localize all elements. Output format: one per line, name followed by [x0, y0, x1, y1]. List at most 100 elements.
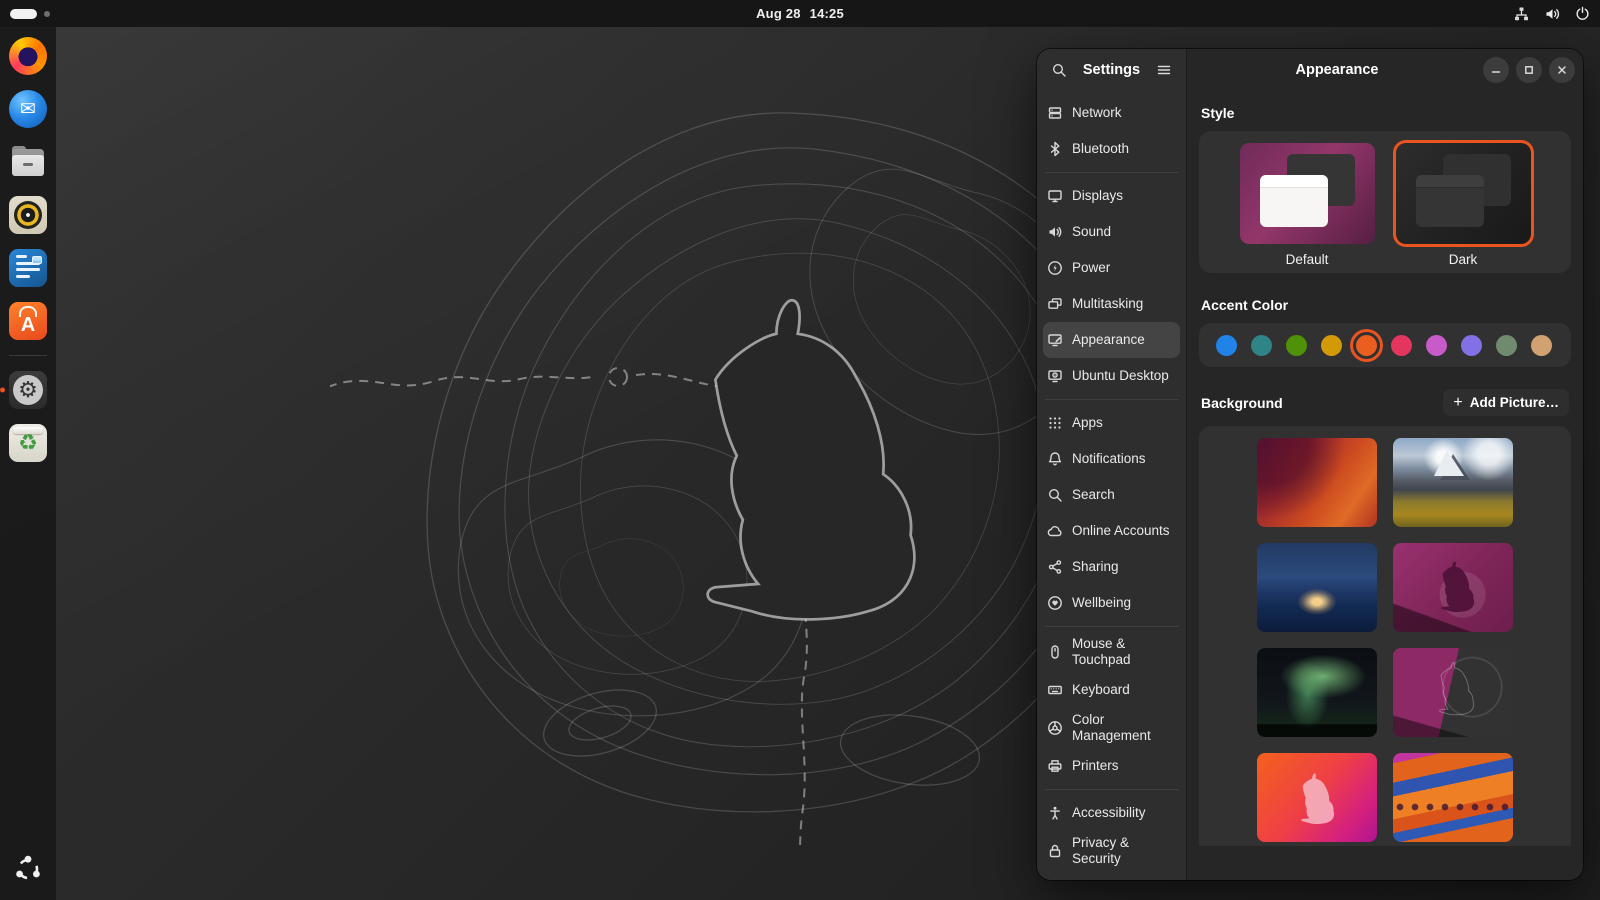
background-thumbnail-red-dunes[interactable]: [1257, 438, 1377, 527]
dock-item-thunderbird[interactable]: ✉: [7, 88, 49, 130]
mouse-icon: [1047, 644, 1063, 660]
sidebar-item-multitasking[interactable]: Multitasking: [1043, 286, 1180, 322]
dock-item-libreoffice[interactable]: [7, 247, 49, 289]
accent-swatch-purple[interactable]: [1461, 335, 1482, 356]
sidebar-item-mouse-touchpad[interactable]: Mouse & Touchpad: [1043, 632, 1180, 672]
libreoffice-icon: [9, 249, 47, 287]
dock-item-trash[interactable]: ♻: [7, 422, 49, 464]
sidebar-item-ubuntu-desktop[interactable]: Ubuntu Desktop: [1043, 358, 1180, 394]
online-accounts-icon: [1047, 523, 1063, 539]
background-thumbnail-magenta-roo[interactable]: [1393, 543, 1513, 632]
network-icon: [1047, 105, 1063, 121]
sidebar-item-apps[interactable]: Apps: [1043, 405, 1180, 441]
dock-item-rhythmbox[interactable]: [7, 194, 49, 236]
sidebar-item-privacy-security[interactable]: Privacy & Security: [1043, 831, 1180, 871]
sidebar-item-sound[interactable]: Sound: [1043, 214, 1180, 250]
sidebar-item-wellbeing[interactable]: Wellbeing: [1043, 585, 1180, 621]
sidebar-item-network[interactable]: Network: [1043, 95, 1180, 131]
close-button[interactable]: [1549, 57, 1575, 83]
sidebar-item-label: Keyboard: [1072, 682, 1130, 698]
network-icon: [1513, 6, 1530, 22]
search-button[interactable]: [1045, 56, 1073, 84]
background-thumbnail-sunset-roo[interactable]: [1257, 753, 1377, 842]
sidebar-item-label: Accessibility: [1072, 805, 1146, 821]
inactive-workspace-dot: [44, 11, 50, 17]
running-indicator: [0, 388, 5, 393]
sidebar-header: Settings: [1037, 49, 1186, 91]
accent-swatch-orange[interactable]: [1356, 335, 1377, 356]
accessibility-icon: [1047, 805, 1063, 821]
sidebar-divider: [1045, 172, 1178, 173]
add-picture-button[interactable]: + Add Picture…: [1443, 389, 1569, 416]
sidebar-item-appearance[interactable]: Appearance: [1043, 322, 1180, 358]
style-section-label: Style: [1201, 105, 1569, 121]
sharing-icon: [1047, 559, 1063, 575]
printers-icon: [1047, 758, 1063, 774]
accent-swatch-bark[interactable]: [1531, 335, 1552, 356]
sidebar-item-online-accounts[interactable]: Online Accounts: [1043, 513, 1180, 549]
background-thumbnail-camels[interactable]: [1393, 753, 1513, 842]
style-option-default[interactable]: Default: [1240, 143, 1375, 267]
sidebar-item-displays[interactable]: Displays: [1043, 178, 1180, 214]
accent-swatch-sage[interactable]: [1496, 335, 1517, 356]
sidebar-item-label: Bluetooth: [1072, 141, 1129, 157]
dock-item-appcenter[interactable]: A: [7, 300, 49, 342]
sidebar-item-label: Sound: [1072, 224, 1111, 240]
power-icon: [1575, 6, 1590, 21]
background-thumbnail-storm[interactable]: [1257, 543, 1377, 632]
sidebar-item-search[interactable]: Search: [1043, 477, 1180, 513]
accent-swatch-magenta[interactable]: [1426, 335, 1447, 356]
panel-header: Appearance: [1187, 49, 1583, 91]
clock[interactable]: Aug 28 14:25: [756, 6, 844, 21]
apps-icon: [1047, 415, 1063, 431]
sidebar-item-keyboard[interactable]: Keyboard: [1043, 672, 1180, 708]
appearance-panel: Appearance Style DefaultDark Accent Colo…: [1187, 49, 1583, 880]
settings-window: Settings Network Bluetooth Displays Sound Po…: [1037, 49, 1583, 880]
notifications-icon: [1047, 451, 1063, 467]
main-menu-button[interactable]: [1150, 56, 1178, 84]
minimize-button[interactable]: [1483, 57, 1509, 83]
privacy-icon: [1047, 843, 1063, 859]
displays-icon: [1047, 188, 1063, 204]
workspace-indicator[interactable]: [10, 9, 190, 19]
accent-swatch-teal[interactable]: [1251, 335, 1272, 356]
top-bar: Aug 28 14:25: [0, 0, 1600, 27]
ubuntu-desktop-icon: [1047, 368, 1063, 384]
sidebar-item-power[interactable]: Power: [1043, 250, 1180, 286]
sidebar-item-notifications[interactable]: Notifications: [1043, 441, 1180, 477]
sidebar-item-accessibility[interactable]: Accessibility: [1043, 795, 1180, 831]
dock-item-show-apps[interactable]: [7, 848, 49, 890]
maximize-button[interactable]: [1516, 57, 1542, 83]
settings-app-icon: ⚙: [9, 371, 47, 409]
add-picture-label: Add Picture…: [1470, 395, 1559, 410]
accent-swatch-red[interactable]: [1391, 335, 1412, 356]
sidebar-item-label: Color Management: [1072, 712, 1176, 744]
bluetooth-icon: [1047, 141, 1063, 157]
sidebar-item-label: Printers: [1072, 758, 1119, 774]
dock-item-firefox[interactable]: [7, 35, 49, 77]
window-controls: [1483, 57, 1575, 83]
wellbeing-icon: [1047, 595, 1063, 611]
sidebar-item-printers[interactable]: Printers: [1043, 748, 1180, 784]
dock-item-files[interactable]: [7, 141, 49, 183]
system-status-area[interactable]: [1410, 6, 1590, 22]
sidebar-item-sharing[interactable]: Sharing: [1043, 549, 1180, 585]
sidebar-item-bluetooth[interactable]: Bluetooth: [1043, 131, 1180, 167]
sidebar-item-color-management[interactable]: Color Management: [1043, 708, 1180, 748]
sidebar-divider: [1045, 399, 1178, 400]
dock-item-settings-app[interactable]: ⚙: [7, 369, 49, 411]
accent-swatch-yellow[interactable]: [1321, 335, 1342, 356]
sidebar-item-label: Apps: [1072, 415, 1103, 431]
volume-icon: [1544, 6, 1561, 22]
background-thumbnail-matterhorn[interactable]: [1393, 438, 1513, 527]
multitasking-icon: [1047, 296, 1063, 312]
show-apps-icon: [9, 850, 47, 888]
style-option-dark[interactable]: Dark: [1396, 143, 1531, 267]
accent-swatch-blue[interactable]: [1216, 335, 1237, 356]
clock-date: Aug 28: [756, 6, 801, 21]
sidebar-item-label: Search: [1072, 487, 1115, 503]
background-thumbnail-split[interactable]: [1393, 648, 1513, 737]
accent-swatch-green[interactable]: [1286, 335, 1307, 356]
sidebar-item-label: Displays: [1072, 188, 1123, 204]
background-thumbnail-aurora[interactable]: [1257, 648, 1377, 737]
